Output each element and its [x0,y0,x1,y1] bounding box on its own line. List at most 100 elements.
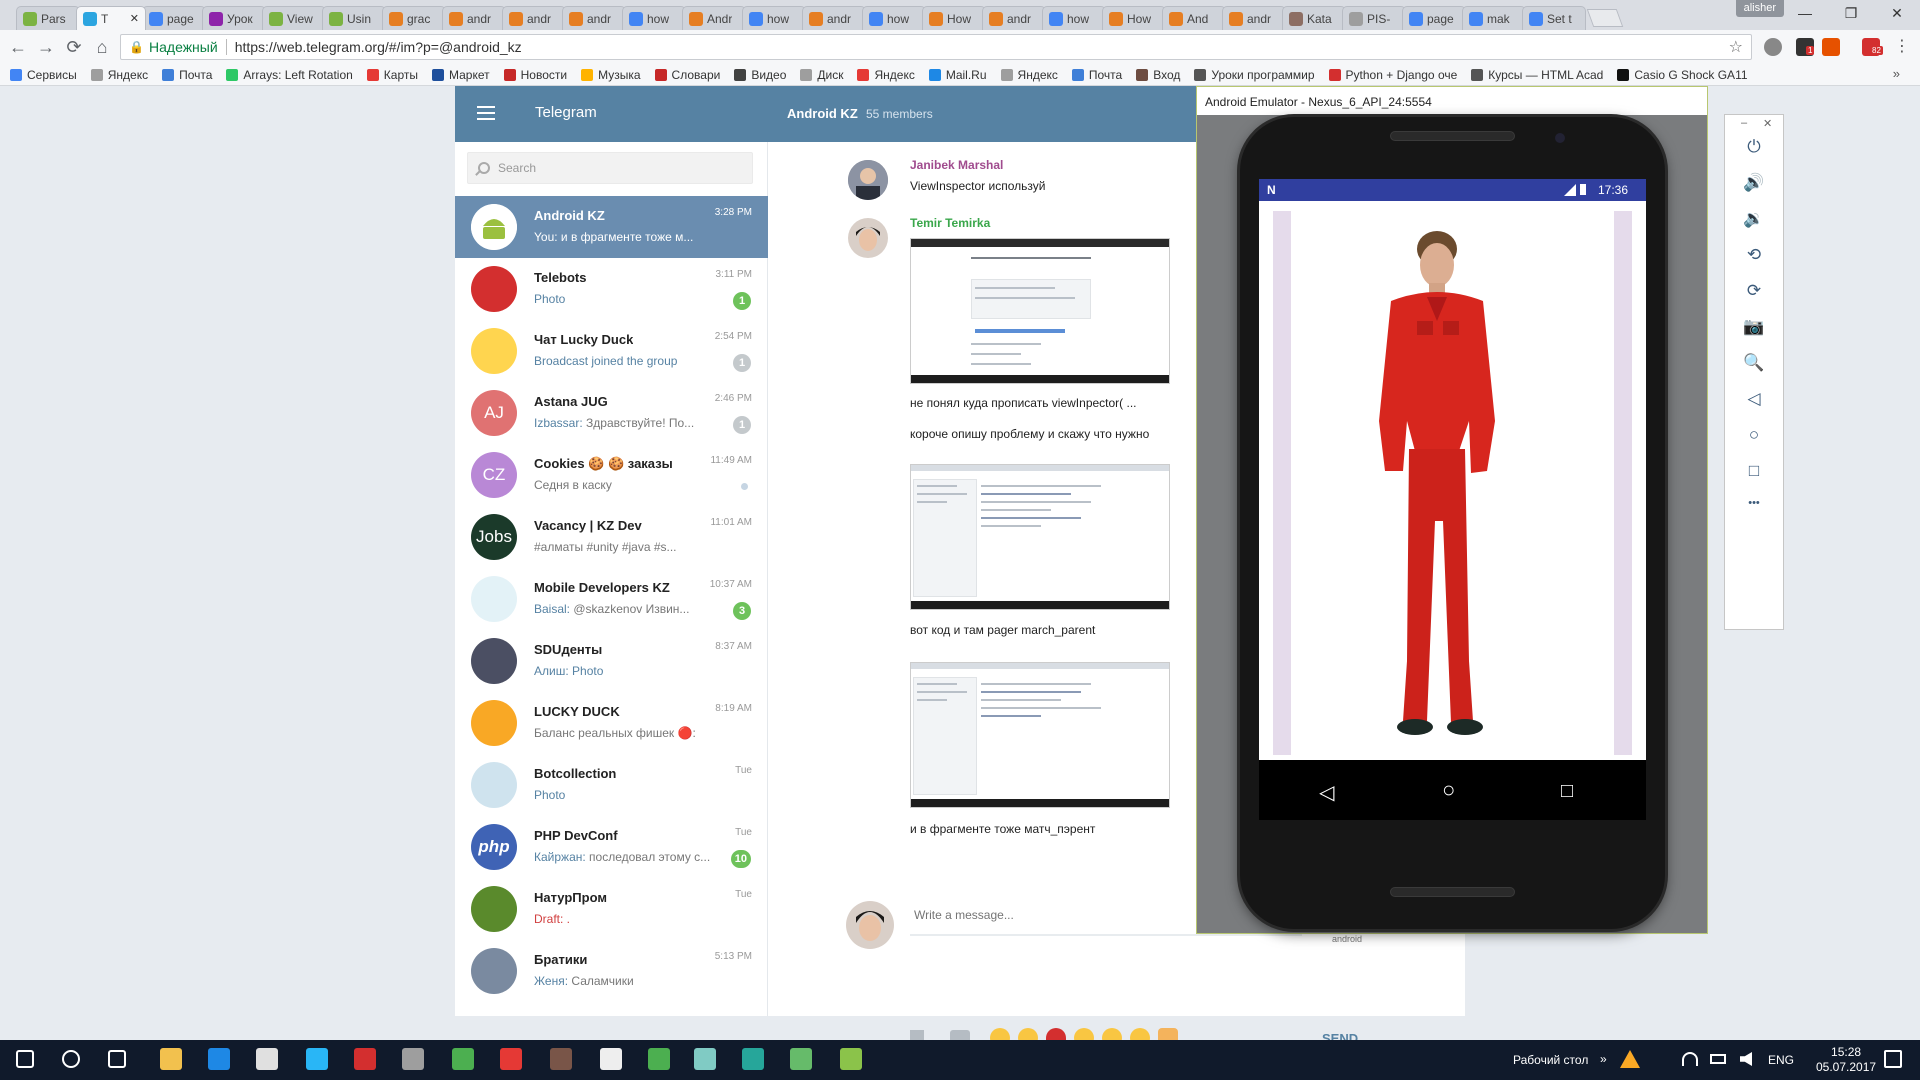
dialog-item[interactable]: CZ Cookies 🍪 🍪 заказы 11:49 AM Седня в каск… [455,444,768,506]
android-back-button[interactable]: ◁ [1319,780,1334,805]
search-icon[interactable] [62,1050,80,1068]
tool-icon[interactable] [694,1048,716,1070]
dialog-item[interactable]: Telebots 3:11 PM Photo 1 [455,258,768,320]
bookmarks-overflow-button[interactable]: » [1893,66,1900,81]
window-close-button[interactable]: ✕ [1874,0,1920,28]
browser-tab[interactable]: andr [1222,6,1286,30]
bookmark-item[interactable]: Музыка [581,68,641,82]
back-icon[interactable]: ◁ [1741,389,1767,413]
dialog-item[interactable]: Botcollection Tue Photo [455,754,768,816]
dialog-item[interactable]: Чат Lucky Duck 2:54 PM Broadcast joined th… [455,320,768,382]
browser-menu-icon[interactable]: ⋮ [1894,36,1910,56]
tab-close-icon[interactable]: ✕ [130,12,139,25]
browser-tab[interactable]: andr [982,6,1046,30]
android-recents-button[interactable]: □ [1561,780,1573,803]
message-photo[interactable] [910,464,1170,610]
browser-tab[interactable]: page [142,6,206,30]
zoom-icon[interactable]: 🔍 [1741,353,1767,377]
power-icon[interactable]: ⏻ [1741,137,1767,161]
bookmark-item[interactable]: Курсы — HTML Acad [1471,68,1603,82]
bookmark-item[interactable]: Сервисы [10,68,77,82]
overview-icon[interactable]: □ [1741,461,1767,485]
browser-tab[interactable]: how [862,6,926,30]
calculator-icon[interactable] [600,1048,622,1070]
my-avatar[interactable] [846,901,894,949]
dialog-item[interactable]: Android KZ 3:28 PM You: и в фрагменте тоже… [455,196,768,258]
new-tab-button[interactable] [1586,9,1624,27]
browser-tab[interactable]: andr [562,6,626,30]
edge-icon[interactable] [208,1048,230,1070]
dialog-item[interactable]: Братики 5:13 PM Женя: Саламчики [455,940,768,1002]
emulator-title[interactable]: Android Emulator - Nexus_6_API_24:5554 [1197,87,1707,115]
android-home-button[interactable]: ○ [1442,777,1455,803]
explorer-icon[interactable] [160,1048,182,1070]
message-author[interactable]: Temir Temirka [910,216,990,230]
extension-gear-icon[interactable] [1764,38,1782,56]
bookmark-item[interactable]: Mail.Ru [928,68,987,82]
pen-icon[interactable] [500,1048,522,1070]
bookmark-item[interactable]: Arrays: Left Rotation [226,68,353,82]
dialog-item[interactable]: Jobs Vacancy | KZ Dev 11:01 AM #алматы #uni… [455,506,768,568]
pycharm-icon[interactable] [742,1048,764,1070]
phone-screen[interactable]: N 17:36 ◁ ○ □ [1259,179,1646,820]
emulator-close-button[interactable]: ✕ [1763,117,1772,130]
bookmark-item[interactable]: Вход [1136,68,1180,82]
bookmark-item[interactable]: Карты [366,68,418,82]
home-icon[interactable]: ○ [1741,425,1767,449]
tray-overflow-button[interactable]: » [1600,1052,1607,1066]
browser-tab[interactable]: T ✕ [76,6,146,30]
browser-tab[interactable]: grac [382,6,446,30]
battery-tray-icon[interactable] [1710,1054,1726,1064]
browser-tab[interactable]: How [922,6,986,30]
notepad-icon[interactable] [648,1048,670,1070]
rotate-left-icon[interactable]: ⟲ [1741,245,1767,269]
more-icon[interactable]: ••• [1741,497,1767,521]
volume-up-icon[interactable]: 🔊 [1741,173,1767,197]
extension-puzzle-icon[interactable] [1822,38,1840,56]
start-icon[interactable] [16,1050,34,1068]
bookmark-item[interactable]: Маркет [432,68,490,82]
bookmark-item[interactable]: Почта [1071,68,1122,82]
bookmark-item[interactable]: Диск [800,68,843,82]
back-button[interactable]: ← [4,37,32,58]
power-app-icon[interactable] [354,1048,376,1070]
dialog-item[interactable]: AJ Astana JUG 2:46 PM Izbassar: Здравствуйт… [455,382,768,444]
android-studio-icon[interactable] [790,1048,812,1070]
chat-title[interactable]: Android KZ [787,106,858,121]
profile-button[interactable]: alisher [1735,0,1784,17]
browser-tab[interactable]: Pars [16,6,80,30]
menu-icon[interactable] [477,106,495,120]
address-bar[interactable]: 🔒 Надежный https://web.telegram.org/#/im… [120,34,1752,60]
dialog-item[interactable]: php PHP DevConf Tue Кайржан: последовал это… [455,816,768,878]
browser-tab[interactable]: And [1162,6,1226,30]
bookmark-item[interactable]: Словари [654,68,720,82]
browser-tab[interactable]: mak [1462,6,1526,30]
bookmark-item[interactable]: Casio G Shock GA11 [1617,68,1748,82]
browser-tab[interactable]: Kata [1282,6,1346,30]
message-author[interactable]: Janibek Marshal [910,158,1003,172]
dialog-item[interactable]: SDUденты 8:37 AM Алиш: Photo [455,630,768,692]
message-photo[interactable] [910,238,1170,384]
bookmark-item[interactable]: Видео [734,68,786,82]
emulator-minimize-button[interactable]: – [1741,117,1747,129]
camera-icon[interactable]: 📷 [1741,317,1767,341]
window-restore-button[interactable]: ❐ [1828,0,1874,28]
app-content[interactable] [1259,201,1646,760]
taskbar-clock[interactable]: 15:28 05.07.2017 [1816,1045,1876,1075]
chat-members-count[interactable]: 55 members [866,107,933,121]
bookmark-item[interactable]: Уроки программир [1194,68,1315,82]
store-icon[interactable] [306,1048,328,1070]
bookmark-item[interactable]: Яндекс [90,68,148,82]
bookmark-item[interactable]: Яндекс [1000,68,1058,82]
browser-tab[interactable]: View [262,6,326,30]
browser-tab[interactable]: how [622,6,686,30]
language-indicator[interactable]: ENG [1768,1053,1794,1067]
reload-button[interactable]: ⟳ [60,37,88,58]
emulator-icon[interactable] [840,1048,862,1070]
bookmark-item[interactable]: Яндекс [857,68,915,82]
file-icon[interactable] [256,1048,278,1070]
dialog-item[interactable]: НатурПром Tue Draft: . [455,878,768,940]
notifications-icon[interactable] [1884,1050,1902,1068]
browser-tab[interactable]: andr [442,6,506,30]
volume-icon[interactable] [1740,1052,1752,1066]
